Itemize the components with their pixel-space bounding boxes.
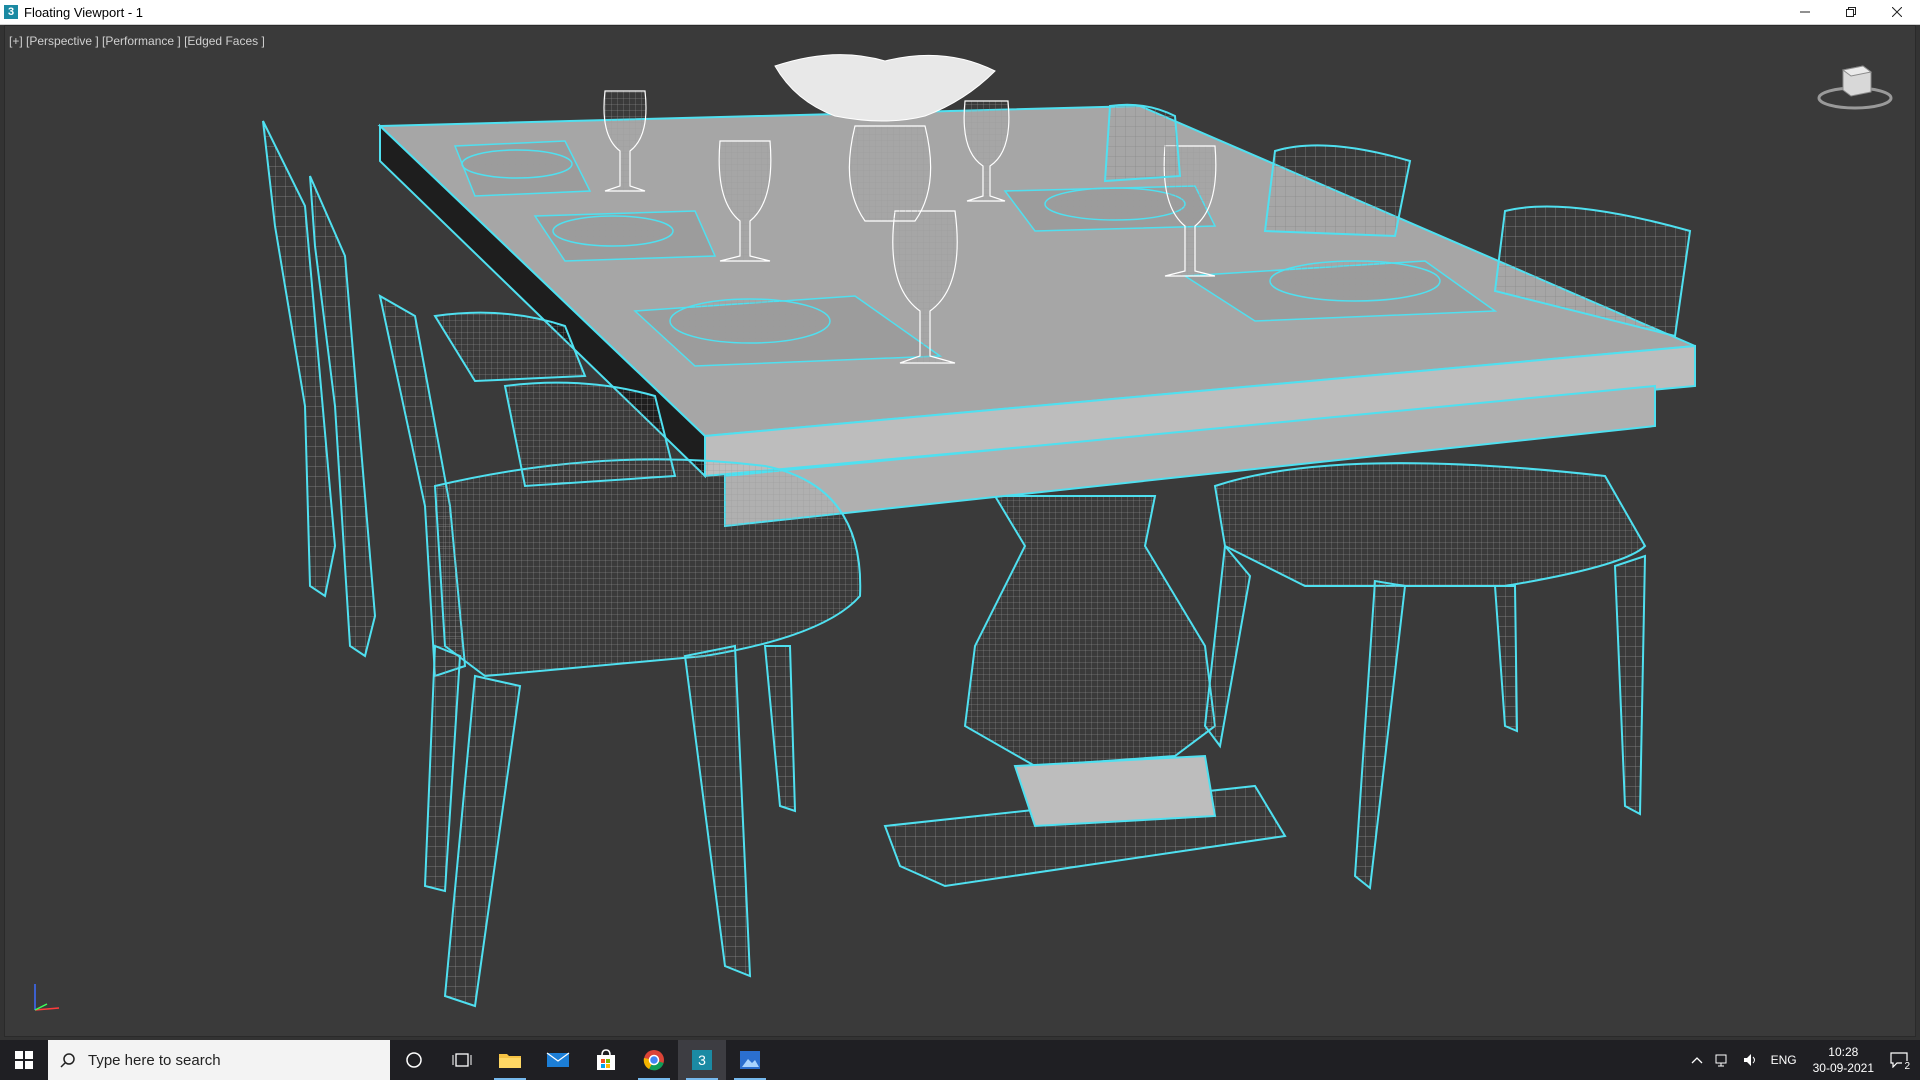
window-controls	[1782, 0, 1920, 24]
3dsmax-icon: 3	[692, 1050, 712, 1070]
file-explorer-icon	[499, 1054, 521, 1068]
window-titlebar: 3 Floating Viewport - 1	[0, 0, 1920, 25]
system-tray: ENG 10:28 30-09-2021 2	[1685, 1040, 1920, 1080]
restore-button[interactable]	[1828, 0, 1874, 24]
windows-logo-icon	[15, 1051, 33, 1069]
chrome-button[interactable]	[630, 1040, 678, 1080]
search-box[interactable]: Type here to search	[48, 1040, 390, 1080]
photos-button[interactable]	[726, 1040, 774, 1080]
volume-icon	[1743, 1054, 1755, 1066]
close-button[interactable]	[1874, 0, 1920, 24]
cortana-icon	[406, 1052, 422, 1068]
photos-icon	[740, 1051, 760, 1069]
viewcube-icon[interactable]	[1815, 56, 1895, 116]
start-button[interactable]	[0, 1040, 48, 1080]
3dsmax-button[interactable]: 3	[678, 1040, 726, 1080]
task-view-button[interactable]	[438, 1040, 486, 1080]
mail-button[interactable]	[534, 1040, 582, 1080]
volume-button[interactable]	[1743, 1053, 1759, 1067]
notifications-count: 2	[1902, 1061, 1912, 1072]
minimize-icon	[1800, 11, 1810, 13]
window-title: Floating Viewport - 1	[24, 4, 143, 20]
network-button[interactable]	[1715, 1053, 1731, 1067]
3dsmax-app-icon: 3	[4, 5, 18, 19]
show-hidden-icons-button[interactable]	[1691, 1055, 1703, 1065]
mail-icon	[546, 1052, 570, 1067]
restore-icon	[1846, 7, 1856, 17]
close-icon	[1892, 7, 1902, 17]
chair-left-back[interactable]	[262, 120, 377, 658]
file-explorer-button[interactable]	[486, 1040, 534, 1080]
network-icon	[1715, 1054, 1727, 1067]
task-view-icon	[452, 1053, 472, 1067]
axis-tripod-icon	[34, 984, 60, 1011]
minimize-button[interactable]	[1782, 0, 1828, 24]
svg-text:3: 3	[698, 1052, 706, 1068]
search-placeholder: Type here to search	[88, 1051, 221, 1069]
clock[interactable]: 10:28 30-09-2021	[1813, 1044, 1874, 1076]
chevron-up-icon	[1691, 1057, 1703, 1064]
scene-wireframe[interactable]	[5, 26, 1916, 1037]
viewport-perspective[interactable]: [+] [Perspective ] [Performance ] [Edged…	[4, 25, 1916, 1037]
search-icon	[60, 1053, 75, 1068]
cortana-button[interactable]	[390, 1040, 438, 1080]
language-indicator[interactable]: ENG	[1771, 1053, 1797, 1067]
viewport-label[interactable]: [+] [Perspective ] [Performance ] [Edged…	[9, 34, 265, 48]
store-icon	[597, 1049, 615, 1070]
clock-time: 10:28	[1828, 1045, 1859, 1059]
clock-date: 30-09-2021	[1812, 1061, 1874, 1075]
store-button[interactable]	[582, 1040, 630, 1080]
notifications-button[interactable]: 2	[1890, 1052, 1912, 1072]
taskbar: Type here to search 3 ENG 10:28 30-09-20…	[0, 1040, 1920, 1080]
chrome-icon	[643, 1050, 664, 1071]
